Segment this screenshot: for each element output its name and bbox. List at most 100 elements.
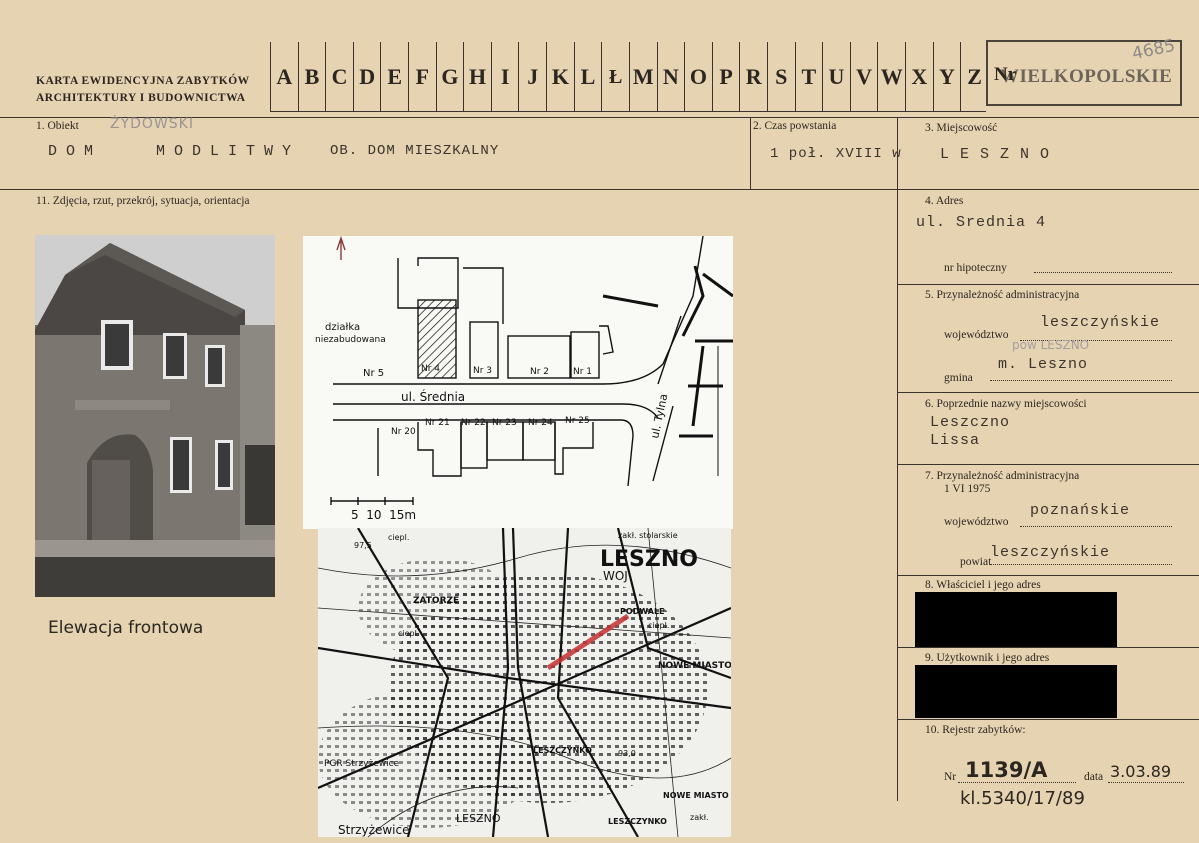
field3-value: L E S Z N O [940, 146, 1051, 163]
index-letter-13: M [628, 42, 657, 112]
index-letter-0: A [270, 42, 298, 112]
index-letter-23: X [905, 42, 933, 112]
site-plan-drawing: działka niezabudowana Nr 5 Nr 4 Nr 3 Nr … [315, 236, 733, 522]
index-letter-4: E [380, 42, 408, 112]
index-letter-8: I [490, 42, 519, 112]
index-letter-15: O [684, 42, 712, 112]
field7-powiat-value: leszczyńskie [990, 544, 1111, 561]
plan-nr20: Nr 20 [391, 427, 416, 437]
divider-r9 [897, 719, 1199, 720]
map-label-1: ciepl. [388, 533, 409, 542]
field5-gmina-note: pow LESZNO [1012, 338, 1090, 352]
index-letter-3: D [352, 42, 381, 112]
field5-label: 5. Przynależność administracyjna [925, 289, 1079, 301]
index-letter-1: B [297, 42, 326, 112]
field6-name-1: Leszczno [930, 414, 1011, 431]
field2-label-text: Czas powstania [764, 120, 837, 132]
field10-nr-value: 1139/A [965, 758, 1048, 782]
field8-label-text: Właściciel i jego adres [936, 579, 1041, 591]
map-label-9: PGR Strzyżewice [324, 759, 400, 769]
field7-label: 7. Przynależność administracyjna [925, 470, 1079, 482]
region-stamp: WIELKOPOLSKIE [1000, 66, 1173, 87]
field10-nr-label: Nr [944, 771, 957, 783]
divider-r8 [897, 647, 1199, 648]
plan-nr3: Nr 3 [473, 366, 492, 376]
field4-hipoteczny-line [1034, 272, 1172, 273]
index-letter-10: K [546, 42, 574, 112]
field10-data-value: 3.03.89 [1110, 762, 1172, 781]
field5-gmina-label: gmina [944, 372, 973, 384]
index-letter-24: Y [932, 42, 961, 112]
divider-v1 [750, 117, 751, 189]
field2-label: 2. Czas powstania [753, 120, 836, 132]
field6-number: 6. [925, 398, 934, 410]
index-letter-11: L [573, 42, 602, 112]
plan-nr22: Nr 22 [461, 418, 486, 428]
card-title: KARTA EWIDENCYJNA ZABYTKÓW ARCHITEKTURY … [36, 73, 250, 107]
map-label-3: ZATORZE [413, 596, 459, 606]
plan-nr1: Nr 1 [573, 367, 592, 377]
plan-side-street: ul. Tylna [648, 393, 670, 440]
plan-nr2: Nr 2 [530, 367, 549, 377]
index-letter-14: N [656, 42, 685, 112]
field1-number: 1. [36, 120, 45, 132]
field10-label: 10. Rejestr zabytków: [925, 724, 1026, 736]
field5-woj-label: województwo [944, 329, 1009, 341]
index-letter-18: S [766, 42, 795, 112]
card-title-line1: KARTA EWIDENCYJNA ZABYTKÓW [36, 75, 250, 87]
field3-label: 3. Miejscowość [925, 122, 997, 134]
index-letter-2: C [325, 42, 353, 112]
location-map-drawing: LESZNO WOJ zakł. stolarskie ciepl. 97,5 … [318, 528, 731, 837]
field10-kl-value: kl.5340/17/89 [960, 788, 1085, 809]
field8-number: 8. [925, 579, 934, 591]
plan-nr23: Nr 23 [492, 418, 517, 428]
field10-label-text: Rejestr zabytków: [942, 724, 1026, 736]
plan-street: ul. Średnia [401, 389, 465, 404]
field2-number: 2. [753, 120, 762, 132]
field5-gmina-value: m. Leszno [998, 356, 1089, 373]
field5-gmina-line [990, 380, 1172, 381]
field7-woj-label: województwo [944, 516, 1009, 528]
field4-label: 4. Adres [925, 195, 963, 207]
index-letter-9: J [518, 42, 546, 112]
index-letter-21: V [849, 42, 878, 112]
field10-data-line [1108, 782, 1184, 783]
index-letter-25: Z [960, 42, 988, 112]
field8-redaction [915, 592, 1117, 647]
plan-lot-label-1: działka [325, 322, 360, 333]
nr-label: Nr [994, 64, 1017, 85]
field9-label-text: Użytkownik i jego adres [936, 652, 1050, 664]
field11-label-text: Zdjęcia, rzut, przekrój, sytuacja, orien… [52, 195, 250, 207]
index-letter-16: P [711, 42, 740, 112]
map-label-15: zakł. [690, 813, 709, 822]
field7-date: 1 VI 1975 [944, 483, 991, 495]
field4-number: 4. [925, 195, 934, 207]
map-woj: WOJ [603, 569, 628, 583]
field7-powiat-line [990, 564, 1172, 565]
field7-label-text: Przynależność administracyjna [936, 470, 1080, 482]
photo-caption: Elewacja frontowa [48, 618, 204, 638]
card-title-line2: ARCHITEKTURY I BUDOWNICTWA [36, 92, 246, 104]
plan-nr5: Nr 5 [363, 368, 384, 379]
field5-woj-value: leszczyńskie [1040, 314, 1161, 331]
field5-number: 5. [925, 289, 934, 301]
field1-handwritten: ŻYDOWSKI [110, 116, 194, 132]
divider-v2 [897, 117, 898, 801]
field10-data-label: data [1084, 771, 1104, 783]
map-label-14: LESZCZYNKO [608, 817, 667, 826]
field1-label: 1. Obiekt [36, 120, 79, 132]
field11-number: 11. [36, 195, 50, 207]
field6-names: Leszczno Lissa [930, 414, 1010, 450]
index-letter-7: H [463, 42, 491, 112]
field6-label-text: Poprzednie nazwy miejscowości [936, 398, 1087, 410]
field10-number: 10. [925, 724, 940, 736]
field6-name-2: Lissa [930, 432, 981, 449]
field4-address: ul. Srednia 4 [916, 214, 1047, 231]
building-photo-image [35, 235, 275, 597]
divider-r4 [897, 284, 1199, 285]
divider-r7 [897, 575, 1199, 576]
field11-label: 11. Zdjęcia, rzut, przekrój, sytuacja, o… [36, 195, 250, 207]
field9-label: 9. Użytkownik i jego adres [925, 652, 1049, 664]
field7-woj-line [1020, 526, 1172, 527]
map-label-6: ciepl. [398, 629, 419, 638]
